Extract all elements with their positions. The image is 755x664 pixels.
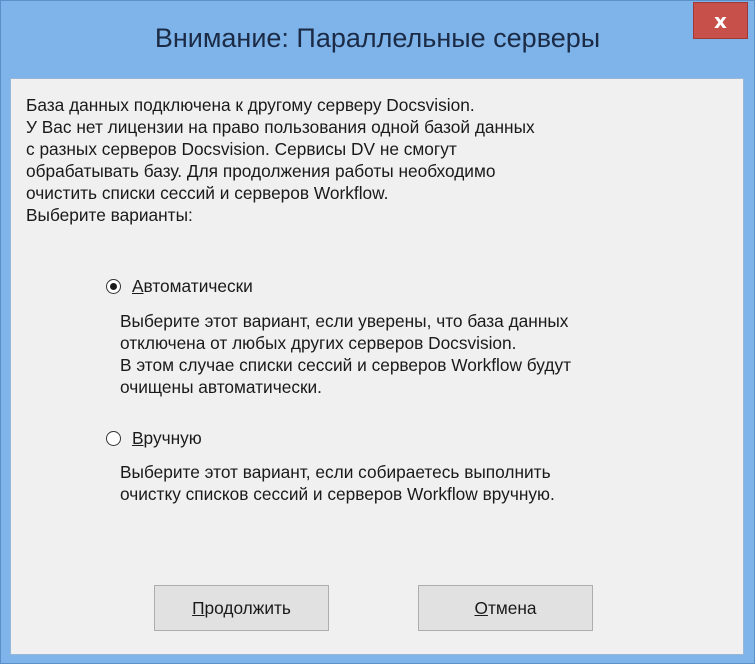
access-key: О bbox=[474, 597, 488, 618]
message-line: очистить списки сессий и серверов Workfl… bbox=[26, 183, 389, 203]
radio-manual[interactable]: Вручную bbox=[106, 428, 202, 449]
title-bar[interactable]: Внимание: Параллельные серверы x bbox=[1, 1, 754, 79]
description-line: Выберите этот вариант, если собираетесь … bbox=[120, 462, 551, 482]
radio-button-manual[interactable] bbox=[106, 431, 121, 446]
continue-button[interactable]: Продолжить bbox=[154, 585, 329, 631]
description-line: В этом случае списки сессий и серверов W… bbox=[120, 355, 571, 375]
description-line: очищены автоматически. bbox=[120, 377, 322, 397]
warning-message: База данных подключена к другому серверу… bbox=[26, 94, 741, 226]
close-button[interactable]: x bbox=[693, 2, 748, 39]
automatic-description: Выберите этот вариант, если уверены, что… bbox=[120, 310, 571, 398]
message-line: Выберите варианты: bbox=[26, 205, 193, 225]
dialog-content: База данных подключена к другому серверу… bbox=[10, 78, 744, 655]
message-line: У Вас нет лицензии на право пользования … bbox=[26, 117, 535, 137]
message-line: с разных серверов Docsvision. Сервисы DV… bbox=[26, 139, 457, 159]
close-icon: x bbox=[714, 8, 727, 33]
radio-button-automatic[interactable] bbox=[106, 279, 121, 294]
dialog-title: Внимание: Параллельные серверы bbox=[154, 23, 601, 53]
radio-automatic[interactable]: Автоматически bbox=[106, 276, 253, 297]
dialog-window: Внимание: Параллельные серверы x База да… bbox=[0, 0, 755, 664]
manual-description: Выберите этот вариант, если собираетесь … bbox=[120, 461, 555, 505]
message-line: обрабатывать базу. Для продолжения работ… bbox=[26, 161, 496, 181]
description-line: очистку списков сессий и серверов Workfl… bbox=[120, 484, 555, 504]
button-label: родолжить bbox=[204, 597, 291, 618]
radio-checked-dot bbox=[110, 283, 117, 290]
description-line: отключена от любых других серверов Docsv… bbox=[120, 333, 517, 353]
label-text: ручную bbox=[143, 428, 202, 448]
access-key: П bbox=[192, 597, 205, 618]
radio-automatic-label: Автоматически bbox=[132, 276, 253, 297]
access-key: В bbox=[132, 428, 144, 448]
radio-manual-label: Вручную bbox=[132, 428, 202, 449]
message-line: База данных подключена к другому серверу… bbox=[26, 95, 475, 115]
description-line: Выберите этот вариант, если уверены, что… bbox=[120, 311, 569, 331]
label-text: втоматически bbox=[143, 276, 253, 296]
cancel-button[interactable]: Отмена bbox=[418, 585, 593, 631]
access-key: А bbox=[132, 276, 144, 296]
button-label: тмена bbox=[487, 597, 537, 618]
